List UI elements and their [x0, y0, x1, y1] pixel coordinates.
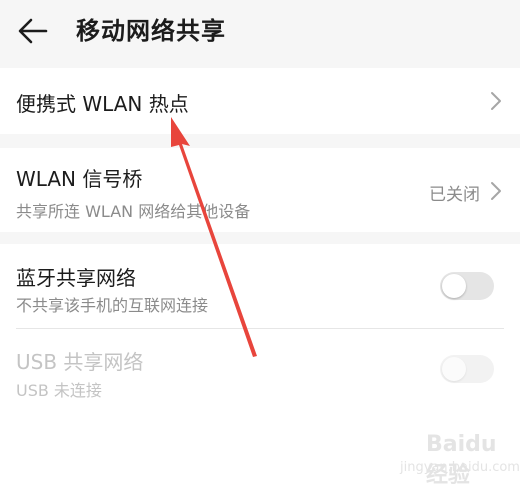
wlan-bridge-title: WLAN 信号桥	[16, 167, 143, 191]
back-arrow-icon[interactable]	[16, 14, 50, 48]
hotspot-card: 便携式 WLAN 热点	[0, 68, 520, 134]
wlan-bridge-subtitle: 共享所连 WLAN 网络给其他设备	[16, 202, 251, 221]
usb-tethering-title: USB 共享网络	[16, 350, 144, 374]
toggle-knob	[442, 274, 466, 298]
wlan-bridge-card: WLAN 信号桥 共享所连 WLAN 网络给其他设备 已关闭	[0, 148, 520, 232]
usb-tethering-toggle[interactable]	[440, 355, 494, 383]
toggle-knob	[442, 357, 466, 381]
portable-hotspot-row[interactable]: 便携式 WLAN 热点	[0, 68, 520, 134]
app-header: 移动网络共享	[0, 0, 520, 66]
usb-tethering-row: USB 共享网络 USB 未连接	[0, 329, 520, 413]
wlan-bridge-row[interactable]: WLAN 信号桥 共享所连 WLAN 网络给其他设备 已关闭	[0, 148, 520, 232]
wlan-bridge-status: 已关闭	[429, 185, 480, 205]
usb-tethering-subtitle: USB 未连接	[16, 381, 102, 400]
portable-hotspot-title: 便携式 WLAN 热点	[16, 92, 189, 116]
chevron-right-icon	[491, 92, 501, 110]
watermark-sub-text: jingyan.baidu.com	[400, 460, 520, 475]
chevron-right-icon	[491, 182, 501, 200]
bluetooth-tethering-toggle[interactable]	[440, 272, 494, 300]
page-title: 移动网络共享	[76, 17, 226, 45]
bluetooth-tethering-row: 蓝牙共享网络 不共享该手机的互联网连接	[0, 244, 520, 328]
baidu-watermark: Baidu 经验 jingyan.baidu.com	[396, 430, 520, 488]
bluetooth-tethering-subtitle: 不共享该手机的互联网连接	[16, 296, 209, 315]
bluetooth-tethering-title: 蓝牙共享网络	[16, 266, 136, 290]
